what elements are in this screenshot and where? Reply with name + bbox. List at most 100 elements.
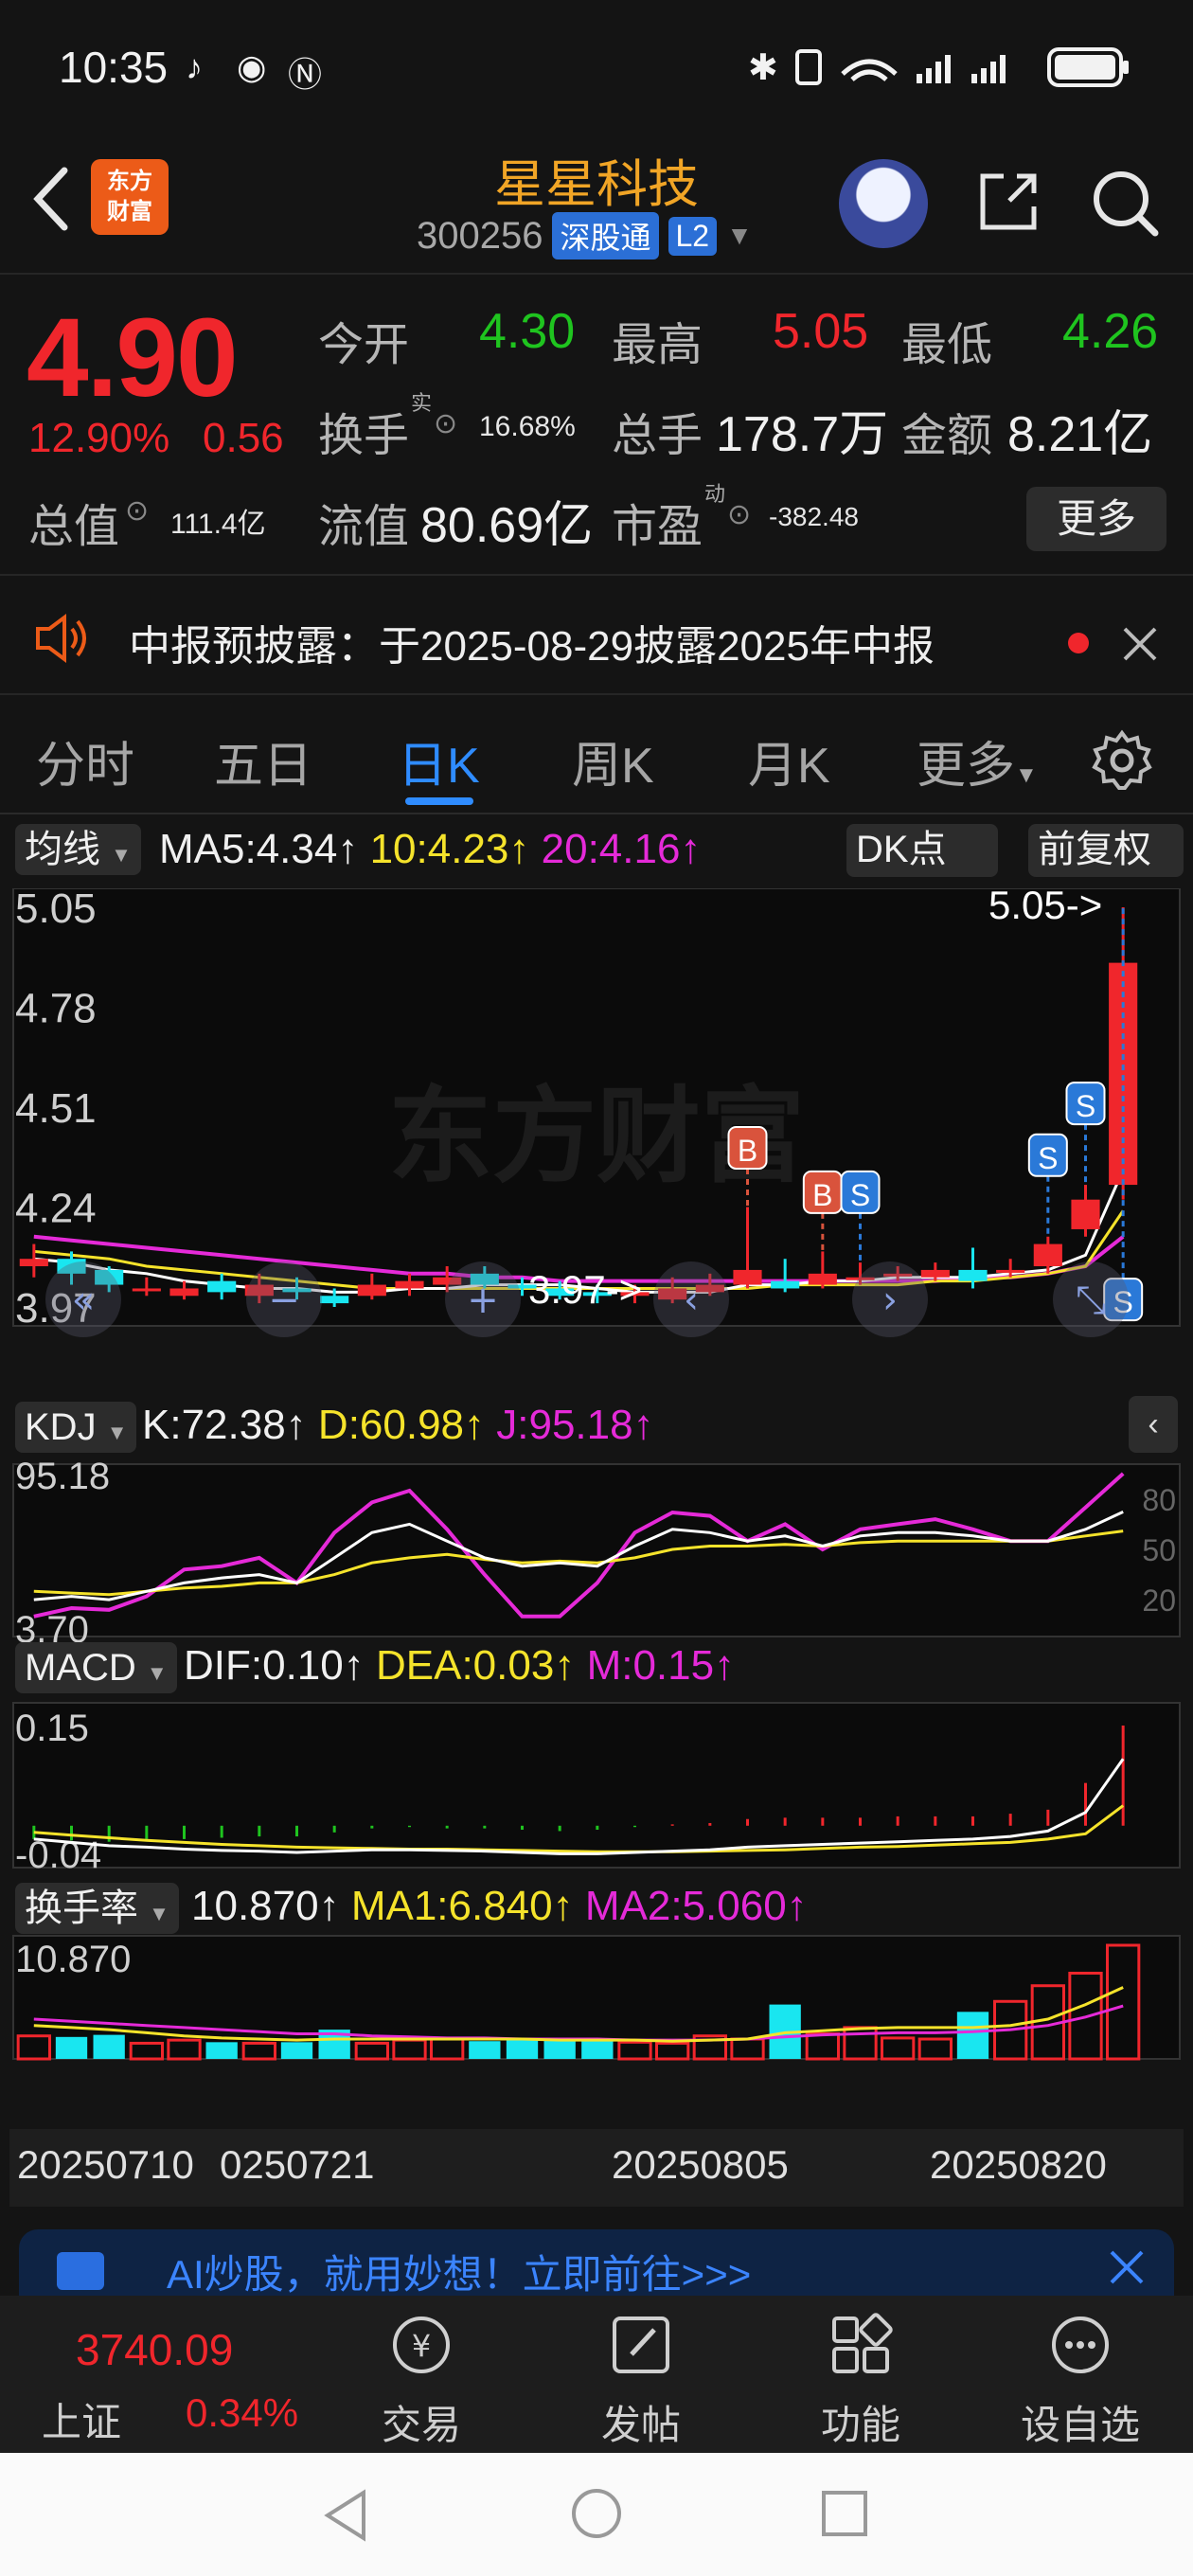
ma10-value: 10:4.23↑	[369, 826, 530, 872]
float-cap-value: 80.69亿	[420, 498, 594, 553]
level-tag: L2	[668, 216, 718, 256]
system-back-icon[interactable]	[322, 2489, 369, 2542]
turnover-rate-value: 10.870↑	[191, 1883, 340, 1929]
candle-up	[1071, 1199, 1100, 1229]
system-home-icon[interactable]	[570, 2487, 623, 2540]
macd-tick-label: 0.15	[15, 1708, 89, 1749]
turnover-sup: 实	[411, 391, 433, 415]
date-axis: 20250710 0250721 20250805 20250820	[9, 2129, 1184, 2207]
chart-control-icon: ‹	[684, 1279, 699, 1322]
d-value: D:60.98↑	[317, 1402, 486, 1448]
amount-value: 8.21亿	[1007, 407, 1153, 462]
high-marker: 5.05->	[988, 888, 1102, 927]
turnover-ma2-value: MA2:5.060↑	[584, 1883, 808, 1929]
candle-down	[320, 1296, 349, 1304]
turnover-bar-down	[956, 2012, 989, 2059]
info-icon[interactable]: ⊙	[125, 494, 149, 528]
notice-bar[interactable]: 中报预披露：于2025-08-29披露2025年中报	[0, 578, 1193, 695]
kline-chart-area[interactable]: 均线 ▼ MA5:4.34↑ 10:4.23↑ 20:4.16↑ DK点 前复权…	[9, 818, 1184, 2210]
change-percent: 12.90%	[28, 415, 170, 461]
tab-more[interactable]: 更多▼	[917, 725, 1038, 796]
tiktok-icon: ♪	[186, 47, 203, 86]
date-label: 0250721	[220, 2142, 375, 2187]
kdj-level-label: 50	[1142, 1533, 1176, 1567]
nav-functions[interactable]: 功能	[790, 2309, 932, 2447]
kdj-legend: K:72.38↑ D:60.98↑ J:95.18↑	[142, 1402, 654, 1449]
turnover-value: 16.68%	[479, 411, 576, 442]
open-label: 今开	[318, 320, 410, 370]
chart-control-icon: «	[72, 1279, 95, 1322]
pe-label: 市盈	[612, 502, 703, 552]
candle-up	[132, 1288, 161, 1292]
turnover-label: 换手	[318, 411, 410, 461]
stock-code-row[interactable]: 300256 深股通 L2 ▼	[417, 212, 753, 259]
change-amount: 0.56	[203, 415, 284, 461]
bottom-nav: 3740.09 上证 0.34% ¥ 交易 发帖 功能 设自选	[0, 2296, 1193, 2453]
chart-control-icon: ⤡	[1076, 1279, 1106, 1322]
edit-icon	[613, 2317, 669, 2373]
tab-five-day[interactable]: 五日	[214, 725, 312, 796]
ma-legend: MA5:4.34↑ 10:4.23↑ 20:4.16↑	[159, 826, 701, 873]
info-icon[interactable]: ⊙	[727, 498, 751, 531]
index-name[interactable]: 上证	[42, 2390, 121, 2448]
price-tick-label: 4.78	[15, 986, 97, 1032]
ad-banner[interactable]: AI炒股，就用妙想！立即前往>>>	[19, 2229, 1174, 2296]
kdj-selector[interactable]: KDJ ▼	[15, 1402, 137, 1453]
more-button[interactable]: 更多	[1026, 487, 1166, 551]
high-label: 最高	[612, 320, 703, 370]
gear-icon[interactable]	[1091, 729, 1153, 792]
tab-minute[interactable]: 分时	[36, 725, 134, 796]
macd-selector[interactable]: MACD ▼	[15, 1642, 177, 1693]
period-tabs: 分时 五日 日K 周K 月K 更多▼	[0, 701, 1193, 814]
turnover-selector[interactable]: 换手率 ▼	[15, 1883, 179, 1934]
index-change[interactable]: 0.34%	[186, 2390, 298, 2436]
turnover-bar-down	[469, 2041, 501, 2059]
tab-weekly-k[interactable]: 周K	[572, 725, 654, 796]
candle-down	[207, 1280, 237, 1293]
nav-post[interactable]: 发帖	[570, 2309, 712, 2447]
float-cap-label: 流值	[318, 502, 410, 552]
tab-daily-k[interactable]: 日K	[398, 725, 480, 796]
app-icon: ◉	[237, 47, 267, 86]
adjust-mode-button[interactable]: 前复权	[1028, 824, 1184, 877]
share-button[interactable]	[975, 169, 1042, 235]
signal-label: B	[738, 1134, 757, 1168]
tab-monthly-k[interactable]: 月K	[748, 725, 830, 796]
pe-value: -382.48	[769, 502, 859, 531]
status-time: 10:35	[59, 43, 169, 92]
nav-trade[interactable]: ¥ 交易	[350, 2309, 492, 2447]
date-label: 20250710	[17, 2142, 194, 2187]
turnover-bar-down	[55, 2036, 88, 2059]
signal-label: S	[850, 1178, 870, 1212]
kdj-tick-label: 95.18	[15, 1456, 110, 1497]
info-icon[interactable]: ⊙	[434, 407, 457, 440]
kdj-panel-frame	[12, 1463, 1181, 1637]
dk-point-button[interactable]: DK点	[846, 824, 998, 877]
close-icon[interactable]	[1108, 2248, 1146, 2286]
index-value[interactable]: 3740.09	[76, 2324, 233, 2375]
grid-icon	[832, 2313, 893, 2373]
low-marker: 3.97->	[528, 1267, 642, 1312]
connect-tag: 深股通	[552, 212, 659, 259]
ai-assistant-avatar[interactable]	[839, 159, 928, 248]
ma-selector[interactable]: 均线 ▼	[15, 824, 141, 875]
system-recents-icon[interactable]	[820, 2489, 869, 2538]
turnover-bar-down	[280, 2042, 313, 2059]
search-button[interactable]	[1089, 167, 1161, 239]
turnover-bar-down	[506, 2039, 539, 2059]
open-value: 4.30	[479, 304, 576, 359]
close-icon[interactable]	[1121, 625, 1159, 663]
turnover-bar-down	[93, 2034, 125, 2059]
quote-panel: 4.90 12.90% 0.56 今开 4.30 最高 5.05 最低 4.26…	[0, 275, 1193, 576]
m-value: M:0.15↑	[586, 1642, 736, 1689]
collapse-panel-button[interactable]: ‹	[1129, 1396, 1178, 1453]
high-value: 5.05	[773, 304, 869, 359]
turnover-bar-down	[543, 2040, 576, 2059]
ma20-value: 20:4.16↑	[541, 826, 702, 872]
mcap-label: 总值	[28, 502, 120, 552]
turnover-tick-label: 10.870	[15, 1939, 131, 1980]
nav-add-watchlist[interactable]: 设自选	[1009, 2309, 1151, 2447]
candle-up	[19, 1259, 48, 1267]
signal-icon	[917, 55, 951, 83]
notice-text: 中报预披露：于2025-08-29披露2025年中报	[129, 623, 935, 670]
